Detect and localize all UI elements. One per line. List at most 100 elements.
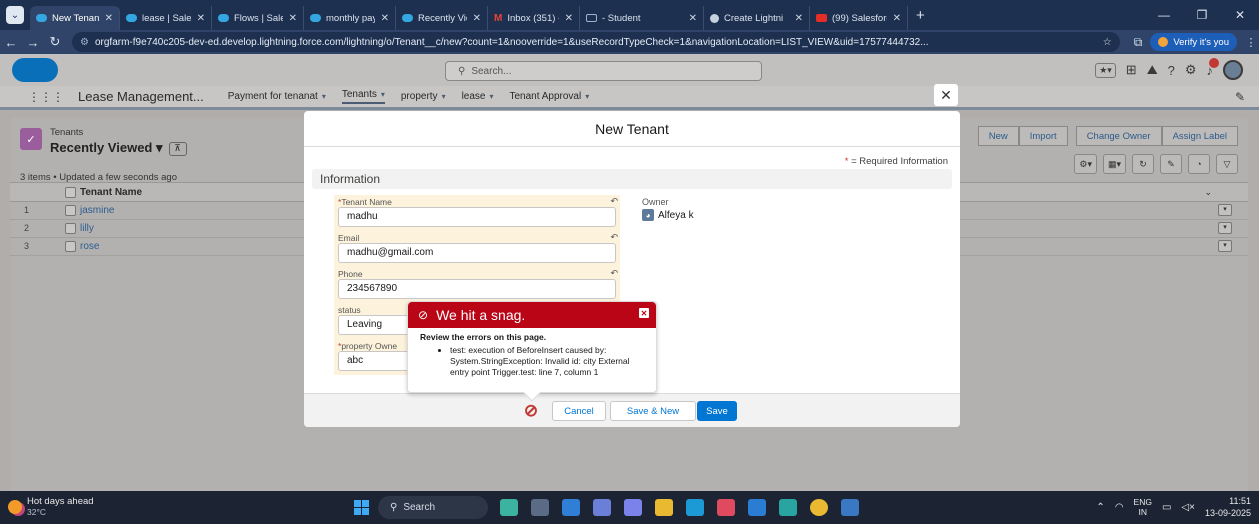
app-icon[interactable] bbox=[717, 499, 735, 516]
chevron-down-icon[interactable]: ▾ bbox=[489, 92, 493, 101]
browser-menu-icon[interactable]: ⋮ bbox=[1243, 36, 1259, 49]
user-avatar[interactable] bbox=[1223, 60, 1243, 80]
bookmark-star-icon[interactable]: ☆ bbox=[1095, 37, 1112, 48]
section-header-information[interactable]: Information bbox=[312, 169, 952, 189]
reload-icon[interactable]: ↻ bbox=[44, 34, 66, 50]
url-input[interactable]: ⚙ orgfarm-f9e740c205-dev-ed.develop.ligh… bbox=[72, 32, 1120, 52]
edit-nav-icon[interactable]: ✎ bbox=[1235, 90, 1245, 104]
global-actions-icon[interactable]: ⊞ bbox=[1126, 62, 1137, 78]
charts-icon[interactable]: ◔ bbox=[1188, 154, 1210, 174]
language-indicator[interactable]: ENG IN bbox=[1134, 497, 1152, 517]
forward-icon[interactable]: → bbox=[22, 35, 44, 50]
chevron-down-icon[interactable]: ⌄ bbox=[1204, 187, 1212, 198]
help-icon[interactable]: ? bbox=[1168, 63, 1175, 78]
display-as-icon[interactable]: ▦▾ bbox=[1102, 154, 1126, 174]
select-all-checkbox[interactable] bbox=[65, 187, 76, 198]
browser-tab[interactable]: - Student ✕ bbox=[580, 6, 704, 30]
app-icon[interactable] bbox=[686, 499, 704, 516]
close-tab-icon[interactable]: ✕ bbox=[381, 13, 389, 24]
row-checkbox[interactable] bbox=[65, 241, 76, 252]
undo-icon[interactable]: ↶ bbox=[610, 268, 618, 279]
teams-icon[interactable] bbox=[624, 499, 642, 516]
verify-profile-button[interactable]: Verify it's you bbox=[1150, 33, 1237, 51]
browser-tab[interactable]: monthly paym ✕ bbox=[304, 6, 396, 30]
chevron-up-icon[interactable]: ⌃ bbox=[1096, 502, 1104, 513]
browser-tab[interactable]: New Tenant | S ✕ bbox=[30, 6, 120, 30]
browser-tab[interactable]: Flows | Salesfo ✕ bbox=[212, 6, 304, 30]
clock[interactable]: 11:51 13-09-2025 bbox=[1205, 495, 1251, 519]
extensions-icon[interactable]: ⧉ bbox=[1134, 35, 1143, 50]
close-tab-icon[interactable]: ✕ bbox=[105, 13, 113, 24]
site-settings-icon[interactable]: ⚙ bbox=[80, 37, 89, 48]
setup-gear-icon[interactable]: ⚙ bbox=[1185, 62, 1197, 78]
row-actions-icon[interactable]: ▾ bbox=[1218, 204, 1232, 216]
close-tab-icon[interactable]: ✕ bbox=[689, 13, 697, 24]
close-window-icon[interactable]: ✕ bbox=[1221, 8, 1259, 22]
start-windows-icon[interactable] bbox=[354, 500, 369, 515]
browser-tab[interactable]: lease | Salesfo ✕ bbox=[120, 6, 212, 30]
task-view-icon[interactable] bbox=[531, 499, 549, 516]
nav-item-tenant-approval[interactable]: Tenant Approval ▾ bbox=[510, 91, 590, 102]
row-actions-icon[interactable]: ▾ bbox=[1218, 222, 1232, 234]
weather-widget[interactable]: Hot days ahead 32°C bbox=[8, 497, 94, 517]
row-checkbox[interactable] bbox=[65, 205, 76, 216]
chrome-icon[interactable] bbox=[810, 499, 828, 516]
browser-tab[interactable]: Recently View ✕ bbox=[396, 6, 488, 30]
app-launcher-icon[interactable]: ⋮⋮⋮ bbox=[28, 90, 64, 104]
nav-item-payment[interactable]: Payment for tenanat ▾ bbox=[228, 91, 326, 102]
cancel-button[interactable]: Cancel bbox=[552, 401, 606, 421]
new-button[interactable]: New bbox=[977, 126, 1019, 146]
salesforce-logo[interactable] bbox=[12, 58, 58, 82]
taskbar-search[interactable]: ⚲ Search bbox=[378, 496, 488, 519]
volume-icon[interactable]: ◁× bbox=[1181, 502, 1195, 513]
store-icon[interactable] bbox=[593, 499, 611, 516]
tab-search-icon[interactable]: ⌄ bbox=[6, 6, 24, 24]
browser-tab[interactable]: Create Lightni ✕ bbox=[704, 6, 810, 30]
email-input[interactable]: madhu@gmail.com bbox=[338, 243, 616, 263]
minimize-icon[interactable]: — bbox=[1145, 8, 1183, 22]
edge-icon[interactable] bbox=[562, 499, 580, 516]
error-ban-icon[interactable]: ⊘ bbox=[522, 402, 540, 420]
copilot-icon[interactable] bbox=[500, 499, 518, 516]
row-actions-icon[interactable]: ▾ bbox=[1218, 240, 1232, 252]
new-tab-button[interactable]: + bbox=[916, 7, 925, 24]
trailhead-icon[interactable]: ⛰ bbox=[1147, 62, 1158, 78]
assign-label-button[interactable]: Assign Label bbox=[1161, 126, 1238, 146]
close-tab-icon[interactable]: ✕ bbox=[197, 13, 205, 24]
chevron-down-icon[interactable]: ▾ bbox=[585, 92, 589, 101]
import-button[interactable]: Import bbox=[1018, 126, 1068, 146]
chevron-down-icon[interactable]: ▾ bbox=[381, 90, 385, 99]
change-owner-button[interactable]: Change Owner bbox=[1075, 126, 1162, 146]
browser-tab[interactable]: M Inbox (351) - ✕ bbox=[488, 6, 580, 30]
nav-item-tenants[interactable]: Tenants ▾ bbox=[341, 89, 385, 104]
close-tab-icon[interactable]: ✕ bbox=[893, 13, 901, 24]
nav-item-lease[interactable]: lease ▾ bbox=[462, 91, 494, 102]
filter-icon[interactable]: ▽ bbox=[1216, 154, 1238, 174]
display-icon[interactable]: ▭ bbox=[1162, 502, 1171, 513]
edit-list-icon[interactable]: ✎ bbox=[1160, 154, 1182, 174]
row-checkbox[interactable] bbox=[65, 223, 76, 234]
undo-icon[interactable]: ↶ bbox=[610, 196, 618, 207]
chevron-down-icon[interactable]: ▾ bbox=[322, 92, 326, 101]
chevron-down-icon[interactable]: ▾ bbox=[442, 92, 446, 101]
list-settings-icon[interactable]: ⚙▾ bbox=[1074, 154, 1097, 174]
chevron-down-icon[interactable]: ▾ bbox=[156, 140, 163, 155]
undo-icon[interactable]: ↶ bbox=[610, 232, 618, 243]
network-icon[interactable]: ◠ bbox=[1115, 502, 1124, 513]
refresh-icon[interactable]: ↻ bbox=[1132, 154, 1154, 174]
file-explorer-icon[interactable] bbox=[655, 499, 673, 516]
list-view-selector[interactable]: Recently Viewed ▾ ⊼ bbox=[50, 140, 187, 156]
pin-icon[interactable]: ⊼ bbox=[168, 141, 187, 156]
phone-input[interactable]: 234567890 bbox=[338, 279, 616, 299]
tenant-name-link[interactable]: jasmine bbox=[80, 205, 114, 216]
save-button[interactable]: Save bbox=[697, 401, 737, 421]
close-tab-icon[interactable]: ✕ bbox=[565, 13, 573, 24]
browser-tab[interactable]: (99) Salesforce ✕ bbox=[810, 6, 908, 30]
tenant-name-input[interactable]: madhu bbox=[338, 207, 616, 227]
nav-item-property[interactable]: property ▾ bbox=[401, 91, 446, 102]
favorites-icon[interactable]: ★▾ bbox=[1095, 62, 1116, 78]
save-and-new-button[interactable]: Save & New bbox=[610, 401, 696, 421]
close-popover-icon[interactable]: ✕ bbox=[638, 307, 650, 319]
photos-icon[interactable] bbox=[841, 499, 859, 516]
global-search-input[interactable]: ⚲ Search... bbox=[445, 61, 762, 81]
